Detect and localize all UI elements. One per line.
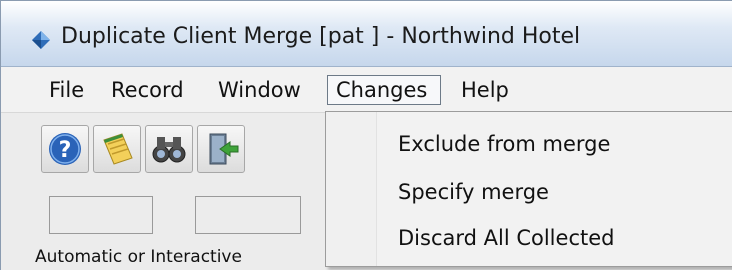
menu-bar: File Record Window Changes Help bbox=[1, 67, 732, 113]
notepad-icon bbox=[103, 133, 133, 165]
menu-changes[interactable]: Changes bbox=[327, 75, 441, 105]
help-icon: ? bbox=[49, 133, 81, 165]
notes-button[interactable] bbox=[93, 125, 141, 173]
status-box-1 bbox=[49, 196, 153, 234]
changes-dropdown-menu: Exclude from merge Specify merge Discard… bbox=[325, 111, 732, 267]
menu-window[interactable]: Window bbox=[210, 75, 309, 105]
svg-text:?: ? bbox=[59, 138, 72, 163]
app-window: Duplicate Client Merge [pat ] - Northwin… bbox=[0, 0, 732, 270]
mode-label: Automatic or Interactive bbox=[35, 247, 242, 267]
status-box-2 bbox=[195, 196, 301, 234]
title-bar[interactable]: Duplicate Client Merge [pat ] - Northwin… bbox=[1, 1, 732, 67]
help-button[interactable]: ? bbox=[41, 125, 89, 173]
menu-item-specify-merge[interactable]: Specify merge bbox=[398, 180, 549, 204]
diamond-app-icon bbox=[31, 30, 51, 50]
menu-item-exclude-from-merge[interactable]: Exclude from merge bbox=[398, 132, 610, 156]
binoculars-icon bbox=[152, 137, 186, 163]
window-title: Duplicate Client Merge [pat ] - Northwin… bbox=[61, 24, 581, 49]
exit-door-icon bbox=[209, 133, 239, 165]
menu-item-discard-all-collected[interactable]: Discard All Collected bbox=[398, 226, 614, 250]
menu-file[interactable]: File bbox=[41, 75, 92, 105]
menu-record[interactable]: Record bbox=[103, 75, 192, 105]
exit-button[interactable] bbox=[197, 125, 245, 173]
find-button[interactable] bbox=[145, 125, 193, 173]
menu-icon-gutter bbox=[326, 112, 377, 266]
menu-help[interactable]: Help bbox=[453, 75, 517, 105]
